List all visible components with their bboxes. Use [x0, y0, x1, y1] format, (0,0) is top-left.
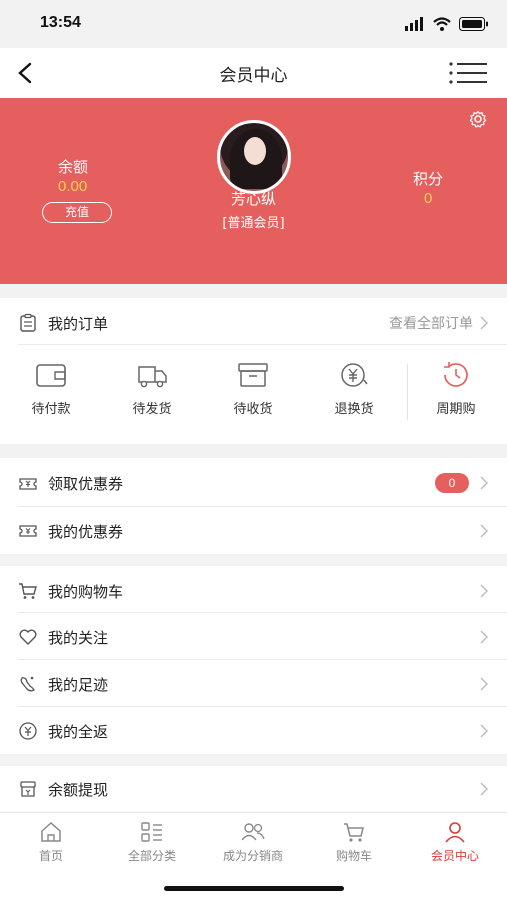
chevron-right-icon — [480, 677, 488, 691]
order-pending-shipment[interactable]: 待发货 — [107, 360, 197, 417]
home-indicator — [164, 886, 344, 891]
home-icon — [41, 821, 61, 842]
signal-icon — [405, 17, 423, 31]
my-coupons-row[interactable]: 我的优惠券 — [0, 508, 507, 554]
cart-icon — [344, 823, 364, 842]
profile-header: 余额 0.00 充值 芳心纵 [普通会员] 积分 0 — [0, 98, 507, 284]
order-pending-shipment-label: 待发货 — [132, 402, 172, 417]
page-title: 会员中心 — [219, 66, 288, 86]
status-time: 13:54 — [40, 14, 81, 31]
order-subscription-label: 周期购 — [436, 402, 476, 417]
tab-categories[interactable]: 全部分类 — [102, 821, 202, 864]
menu-item-rebate[interactable]: 我的全返 — [0, 708, 507, 754]
points-value: 0 — [424, 190, 433, 207]
chevron-right-icon — [480, 782, 488, 796]
divider — [18, 612, 507, 613]
tab-distributor[interactable]: 成为分销商 — [203, 821, 303, 864]
orders-card: 我的订单 查看全部订单 待付款 待发货 待收货 退换货 周期购 — [0, 298, 507, 444]
get-coupons-row[interactable]: 领取优惠券 0 — [0, 460, 507, 506]
chevron-right-icon — [480, 524, 488, 538]
menu-card: 我的购物车 我的关注 我的足迹 我的全返 — [0, 566, 507, 754]
header-curve — [0, 270, 507, 284]
tab-member-center-label: 会员中心 — [430, 849, 479, 863]
tab-home-label: 首页 — [38, 849, 63, 863]
withdraw-card: 余额提现 — [0, 766, 507, 812]
wallet-icon — [36, 364, 66, 387]
truck-icon — [138, 366, 167, 388]
divider — [18, 659, 507, 660]
order-pending-payment[interactable]: 待付款 — [6, 360, 96, 417]
points-label: 积分 — [413, 170, 444, 188]
menu-icon[interactable] — [449, 61, 487, 85]
order-separator — [407, 364, 408, 420]
chevron-right-icon — [480, 316, 488, 330]
rebate-icon — [19, 722, 37, 740]
chevron-right-icon — [480, 476, 488, 490]
my-coupons-label: 我的优惠券 — [48, 522, 124, 541]
nav-bar: 会员中心 — [0, 48, 507, 98]
user-icon — [445, 822, 465, 843]
menu-item-label: 我的购物车 — [48, 582, 124, 601]
menu-item-label: 我的关注 — [48, 628, 109, 647]
tab-home[interactable]: 首页 — [1, 821, 101, 864]
status-icons — [405, 14, 489, 34]
order-returns-label: 退换货 — [334, 402, 374, 417]
orders-title: 我的订单 — [48, 314, 109, 333]
order-returns[interactable]: 退换货 — [309, 360, 399, 417]
avatar-face — [244, 137, 266, 165]
orders-header[interactable]: 我的订单 查看全部订单 — [0, 300, 507, 346]
settings-icon[interactable] — [469, 110, 487, 128]
order-pending-receipt[interactable]: 待收货 — [208, 360, 298, 417]
get-coupons-label: 领取优惠券 — [48, 474, 124, 493]
footprint-icon — [20, 676, 35, 692]
view-all-orders-link[interactable]: 查看全部订单 — [389, 313, 473, 333]
yen-return-icon — [341, 363, 368, 387]
clock-cycle-icon — [444, 362, 468, 387]
coupon-icon — [19, 525, 37, 537]
order-subscription[interactable]: 周期购 — [411, 360, 501, 417]
cart-icon — [19, 583, 37, 599]
divider — [18, 506, 507, 507]
divider — [18, 344, 507, 345]
tab-categories-label: 全部分类 — [127, 849, 176, 863]
chevron-right-icon — [480, 724, 488, 738]
menu-item-follows[interactable]: 我的关注 — [0, 614, 507, 660]
menu-item-footprints[interactable]: 我的足迹 — [0, 661, 507, 707]
category-icon — [141, 822, 162, 842]
order-pending-payment-label: 待付款 — [31, 402, 71, 417]
menu-item-label: 我的全返 — [48, 722, 109, 741]
coupon-get-icon — [19, 478, 37, 490]
withdraw-label: 余额提现 — [48, 780, 109, 799]
box-icon — [238, 363, 268, 387]
tab-cart[interactable]: 购物车 — [304, 821, 404, 864]
coupons-card: 领取优惠券 0 我的优惠券 — [0, 458, 507, 554]
heart-icon — [19, 629, 37, 645]
battery-icon — [459, 17, 488, 31]
tab-cart-label: 购物车 — [335, 849, 372, 863]
menu-item-cart[interactable]: 我的购物车 — [0, 568, 507, 614]
withdraw-row[interactable]: 余额提现 — [0, 766, 507, 812]
distributor-icon — [241, 823, 265, 841]
chevron-right-icon — [480, 630, 488, 644]
member-level: [普通会员] — [222, 216, 285, 231]
order-status-row: 待付款 待发货 待收货 退换货 周期购 — [0, 350, 507, 438]
divider — [18, 706, 507, 707]
menu-item-label: 我的足迹 — [48, 675, 109, 694]
coupon-count-badge: 0 — [435, 473, 469, 493]
wifi-icon — [433, 17, 451, 31]
status-bar: 13:54 — [0, 0, 507, 48]
order-pending-receipt-label: 待收货 — [233, 402, 273, 417]
avatar[interactable] — [217, 120, 291, 194]
balance-label: 余额 — [58, 158, 89, 176]
withdraw-icon — [20, 781, 36, 797]
order-list-icon — [20, 313, 36, 332]
tab-distributor-label: 成为分销商 — [222, 849, 283, 863]
chevron-right-icon — [480, 584, 488, 598]
tab-member-center[interactable]: 会员中心 — [405, 821, 505, 864]
